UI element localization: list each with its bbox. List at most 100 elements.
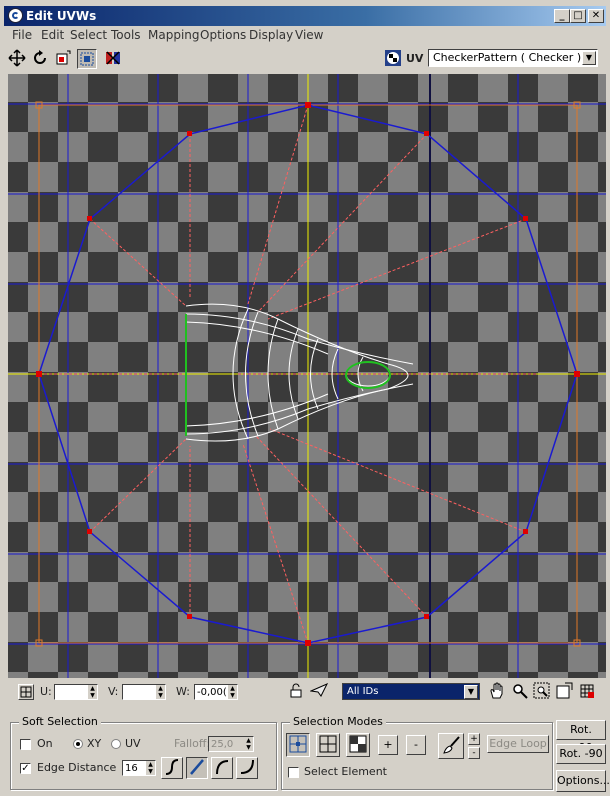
uv-label: UV <box>125 737 141 750</box>
maximize-button[interactable]: □ <box>570 9 586 23</box>
falloff-slow-out-icon <box>216 760 229 775</box>
texture-dropdown[interactable]: CheckerPattern ( Checker ) ▼ <box>428 49 598 67</box>
xy-label: XY <box>87 737 102 750</box>
u-input[interactable] <box>55 685 89 699</box>
brush-size-down-button[interactable]: - <box>468 747 480 759</box>
lock-selection-button[interactable] <box>288 682 308 702</box>
menu-options[interactable]: Options <box>200 28 246 42</box>
spinner-arrows-icon[interactable]: ▲ ▼ <box>88 685 97 699</box>
checker-texture <box>8 74 606 678</box>
paint-brush-icon <box>443 736 460 754</box>
mirror-icon <box>106 51 120 65</box>
falloff-input[interactable] <box>209 737 245 751</box>
absolute-offset-toggle[interactable] <box>18 684 34 700</box>
falloff-label: Falloff: <box>174 737 211 750</box>
material-ids-value: All IDs <box>347 686 379 697</box>
u-label: U: <box>40 685 52 698</box>
menu-bar: File Edit Select Tools Mapping Options D… <box>4 26 606 44</box>
spinner-arrows-icon[interactable]: ▲ ▼ <box>146 761 155 775</box>
uv-canvas[interactable] <box>8 74 606 678</box>
falloff-smooth-button[interactable] <box>161 757 183 779</box>
menu-display[interactable]: Display <box>249 28 293 42</box>
zoom-region-icon <box>533 682 550 699</box>
w-spinner[interactable]: ▲▼ <box>194 684 238 700</box>
rotate-minus-90-button[interactable]: Rot. -90 <box>556 744 606 764</box>
v-input[interactable] <box>123 685 157 699</box>
xy-radio[interactable] <box>73 739 83 749</box>
uv-radio[interactable] <box>111 739 121 749</box>
rotate-plus-90-button[interactable]: Rot. +90 <box>556 720 606 754</box>
w-input[interactable] <box>195 685 229 699</box>
selection-modes-panel: Selection Modes + - + - Edge Loop Select… <box>281 715 553 790</box>
menu-mapping[interactable]: Mapping <box>148 28 200 42</box>
edge-distance-input[interactable] <box>123 761 147 775</box>
title-bar[interactable]: Edit UVWs _ □ ✕ <box>0 0 610 28</box>
show-map-button[interactable] <box>384 49 404 69</box>
move-icon <box>8 49 26 67</box>
face-mode-button[interactable] <box>346 733 370 757</box>
rotate-minus-90-label: Rot. -90 <box>559 747 603 760</box>
scale-button[interactable] <box>54 49 74 69</box>
menu-tools[interactable]: Tools <box>111 28 141 42</box>
snap-button[interactable] <box>578 682 598 702</box>
zoom-extents-button[interactable] <box>555 682 575 702</box>
zoom-icon <box>513 684 528 699</box>
maximize-icon: □ <box>573 10 583 21</box>
falloff-linear-icon <box>190 759 204 775</box>
uv-viewport[interactable] <box>8 74 606 678</box>
edge-distance-spinner[interactable]: ▲▼ <box>122 760 156 776</box>
edge-mode-icon <box>319 735 337 753</box>
vertex-mode-button[interactable] <box>286 733 310 757</box>
pan-button[interactable] <box>488 682 508 702</box>
options-button[interactable]: Options... <box>556 770 610 792</box>
zoom-button[interactable] <box>511 682 531 702</box>
brush-size-up-button[interactable]: + <box>468 733 480 745</box>
rotate-button[interactable] <box>31 49 51 69</box>
spinner-arrows-icon[interactable]: ▲ ▼ <box>244 737 253 751</box>
chevron-down-icon: ▼ <box>464 685 478 699</box>
shrink-selection-button[interactable]: - <box>406 735 426 755</box>
grow-selection-label: + <box>383 738 393 751</box>
window-title: Edit UVWs <box>26 9 97 23</box>
uv-channel-label[interactable]: UV <box>406 52 423 65</box>
paper-plane-icon <box>309 682 329 697</box>
u-spinner[interactable]: ▲ ▼ <box>54 684 98 700</box>
freeform-button[interactable] <box>77 49 97 69</box>
lock-icon <box>290 683 302 698</box>
select-element-checkbox[interactable] <box>288 767 299 778</box>
brush-size-down-label: - <box>472 748 476 758</box>
material-ids-dropdown[interactable]: All IDs ▼ <box>342 683 480 700</box>
edge-mode-button[interactable] <box>316 733 340 757</box>
mirror-button[interactable] <box>104 49 124 69</box>
v-spinner[interactable]: ▲ ▼ <box>122 684 166 700</box>
filter-selected-faces-button[interactable] <box>309 682 330 702</box>
minimize-button[interactable]: _ <box>554 9 570 23</box>
close-button[interactable]: ✕ <box>588 9 604 23</box>
spinner-arrows-icon[interactable]: ▲ ▼ <box>228 685 237 699</box>
falloff-fast-out-icon <box>240 759 254 774</box>
edge-distance-checkbox[interactable]: ✓ <box>20 763 31 774</box>
soft-selection-on-checkbox[interactable] <box>20 739 31 750</box>
zoom-region-button[interactable] <box>533 682 553 702</box>
menu-file[interactable]: File <box>12 28 32 42</box>
grow-selection-button[interactable]: + <box>378 735 398 755</box>
v-label: V: <box>108 685 119 698</box>
falloff-spinner[interactable]: ▲▼ <box>208 736 254 752</box>
chevron-down-icon: ▼ <box>582 51 596 65</box>
rotate-icon <box>34 50 46 64</box>
move-button[interactable] <box>8 49 28 69</box>
falloff-linear-button[interactable] <box>186 757 208 779</box>
paint-select-button[interactable] <box>438 733 464 759</box>
spinner-arrows-icon[interactable]: ▲ ▼ <box>156 685 165 699</box>
falloff-slow-out-button[interactable] <box>211 757 233 779</box>
brush-size-up-label: + <box>470 734 478 744</box>
texture-checker-icon <box>385 50 401 66</box>
menu-edit[interactable]: Edit <box>41 28 64 42</box>
menu-view[interactable]: View <box>295 28 323 42</box>
falloff-fast-out-button[interactable] <box>236 757 258 779</box>
toolbar: UV CheckerPattern ( Checker ) ▼ <box>4 46 606 74</box>
menu-select[interactable]: Select <box>70 28 107 42</box>
status-bar: U: ▲▼ V: ▲▼ W: ▲▼ All IDs ▼ <box>4 680 606 704</box>
edge-loop-button[interactable]: Edge Loop <box>487 735 549 753</box>
crosshair-icon <box>20 686 32 698</box>
